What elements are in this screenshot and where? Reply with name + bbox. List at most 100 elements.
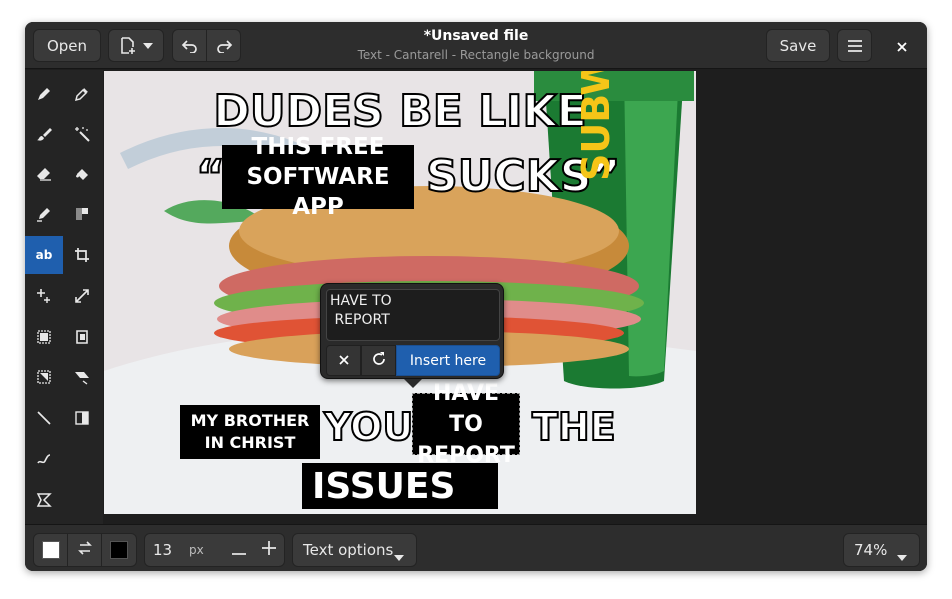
chevron-down-icon <box>897 547 907 565</box>
size-stepper[interactable]: 13 px <box>144 533 285 567</box>
paint-bucket-icon <box>74 166 90 182</box>
meme-the: THE <box>531 404 617 450</box>
filters-tool[interactable] <box>63 399 101 437</box>
chevron-down-icon <box>143 42 153 49</box>
curve-icon <box>36 451 52 467</box>
meme-image[interactable]: DUDES BE LIKE “ THIS FREE SOFTWARE APP S… <box>104 71 696 514</box>
brush-icon <box>36 126 52 142</box>
undo-button[interactable] <box>172 29 207 62</box>
skew-icon <box>74 369 90 385</box>
eraser-icon <box>36 166 52 182</box>
box2-line1: HAVE TO <box>433 380 499 437</box>
meme-you: YOU <box>323 404 414 450</box>
resize-tool[interactable] <box>63 277 101 315</box>
skew-tool[interactable] <box>63 358 101 396</box>
text-entry-field[interactable] <box>326 289 500 341</box>
rectangle-tool[interactable] <box>63 195 101 233</box>
secondary-color-button[interactable] <box>101 533 137 567</box>
color-select-icon <box>36 369 52 385</box>
main-menu-button[interactable] <box>837 29 872 62</box>
window-title-area: *Unsaved file Text - Cantarell - Rectang… <box>325 27 627 63</box>
swap-arrows-icon <box>77 540 93 560</box>
app-window: Open *Unsaved file Text - Cantarell - Re… <box>25 22 927 571</box>
close-icon <box>338 353 349 369</box>
pencil-icon <box>36 86 52 102</box>
insert-here-button[interactable]: Insert here <box>396 345 500 376</box>
size-value[interactable]: 13 <box>153 541 183 559</box>
line-icon <box>36 410 52 426</box>
eraser-tool[interactable] <box>25 155 63 193</box>
decrease-size-button[interactable] <box>224 534 254 566</box>
color-select-tool[interactable] <box>25 358 63 396</box>
text-insert-popover: Insert here <box>320 283 504 388</box>
scale-tool[interactable] <box>25 277 63 315</box>
text-tool[interactable]: ab <box>25 236 63 274</box>
crop-tool[interactable] <box>63 236 101 274</box>
header-bar: Open *Unsaved file Text - Cantarell - Re… <box>25 22 927 69</box>
curve-tool[interactable] <box>25 440 63 478</box>
brother-line2: IN CHRIST <box>204 433 296 452</box>
new-image-menu-button[interactable] <box>108 29 164 62</box>
free-shape-icon <box>36 492 52 508</box>
brother-line1: MY BROTHER <box>190 411 310 430</box>
open-button-label: Open <box>46 36 88 55</box>
magic-wand-tool[interactable] <box>63 115 101 153</box>
open-button[interactable]: Open <box>33 29 101 62</box>
hamburger-menu-icon <box>847 39 863 53</box>
free-select-tool[interactable] <box>63 318 101 356</box>
text-options-dropdown[interactable]: Text options <box>292 533 417 567</box>
fill-tool[interactable] <box>63 155 101 193</box>
popover-arrow <box>404 379 422 388</box>
increase-size-button[interactable] <box>254 534 284 566</box>
minus-icon <box>232 541 246 559</box>
brush-tool[interactable] <box>25 115 63 153</box>
free-select-icon <box>74 329 90 345</box>
cancel-text-button[interactable] <box>326 345 361 376</box>
select-tool[interactable] <box>25 318 63 356</box>
chevron-down-icon <box>394 547 404 565</box>
highlighter-tool[interactable] <box>25 195 63 233</box>
secondary-color-swatch <box>110 541 128 559</box>
crop-icon <box>74 247 90 263</box>
close-window-button[interactable] <box>891 35 913 57</box>
plus-icon <box>262 541 276 559</box>
text-box-my-brother-in-christ[interactable]: MY BROTHER IN CHRIST <box>180 405 320 459</box>
resize-icon <box>74 288 90 304</box>
line-tool[interactable] <box>25 399 63 437</box>
free-shape-tool[interactable] <box>25 481 63 519</box>
undo-icon <box>181 39 199 53</box>
save-button[interactable]: Save <box>766 29 830 62</box>
main-color-swatch <box>41 541 60 559</box>
highlighter-icon <box>36 206 52 222</box>
select-icon <box>36 329 52 345</box>
text-box-issues[interactable]: ISSUES <box>302 463 498 509</box>
pencil-tool[interactable] <box>25 75 63 113</box>
rectangle-icon <box>74 206 90 222</box>
eyedropper-icon <box>74 86 90 102</box>
window-subtitle: Text - Cantarell - Rectangle background <box>357 48 595 62</box>
box1-line2: SOFTWARE APP <box>246 164 390 220</box>
exchange-colors-button[interactable] <box>67 533 102 567</box>
save-button-label: Save <box>779 36 817 55</box>
scale-icon <box>36 288 52 304</box>
text-box-have-to-report[interactable]: HAVE TO REPORT <box>412 381 520 468</box>
box1-line1: THIS FREE <box>251 134 385 160</box>
issues-text: ISSUES <box>312 465 456 507</box>
zoom-dropdown[interactable]: 74% <box>843 533 920 567</box>
tools-sidebar: ab <box>25 70 103 524</box>
refresh-text-button[interactable] <box>361 345 396 376</box>
canvas-area[interactable]: DUDES BE LIKE “ THIS FREE SOFTWARE APP S… <box>103 70 927 524</box>
meme-quote-open: “ <box>195 150 226 203</box>
redo-icon <box>215 39 233 53</box>
refresh-icon <box>371 351 387 371</box>
subway-cup-brand: SUBWAY <box>574 71 618 181</box>
text-options-label: Text options <box>303 541 394 559</box>
new-image-icon <box>119 36 137 55</box>
text-box-free-software-app[interactable]: THIS FREE SOFTWARE APP <box>222 134 414 220</box>
redo-button[interactable] <box>206 29 241 62</box>
main-color-button[interactable] <box>33 533 68 567</box>
size-unit: px <box>189 543 204 557</box>
color-picker-tool[interactable] <box>63 75 101 113</box>
window-title: *Unsaved file <box>423 28 529 44</box>
text-icon: ab <box>35 248 53 262</box>
